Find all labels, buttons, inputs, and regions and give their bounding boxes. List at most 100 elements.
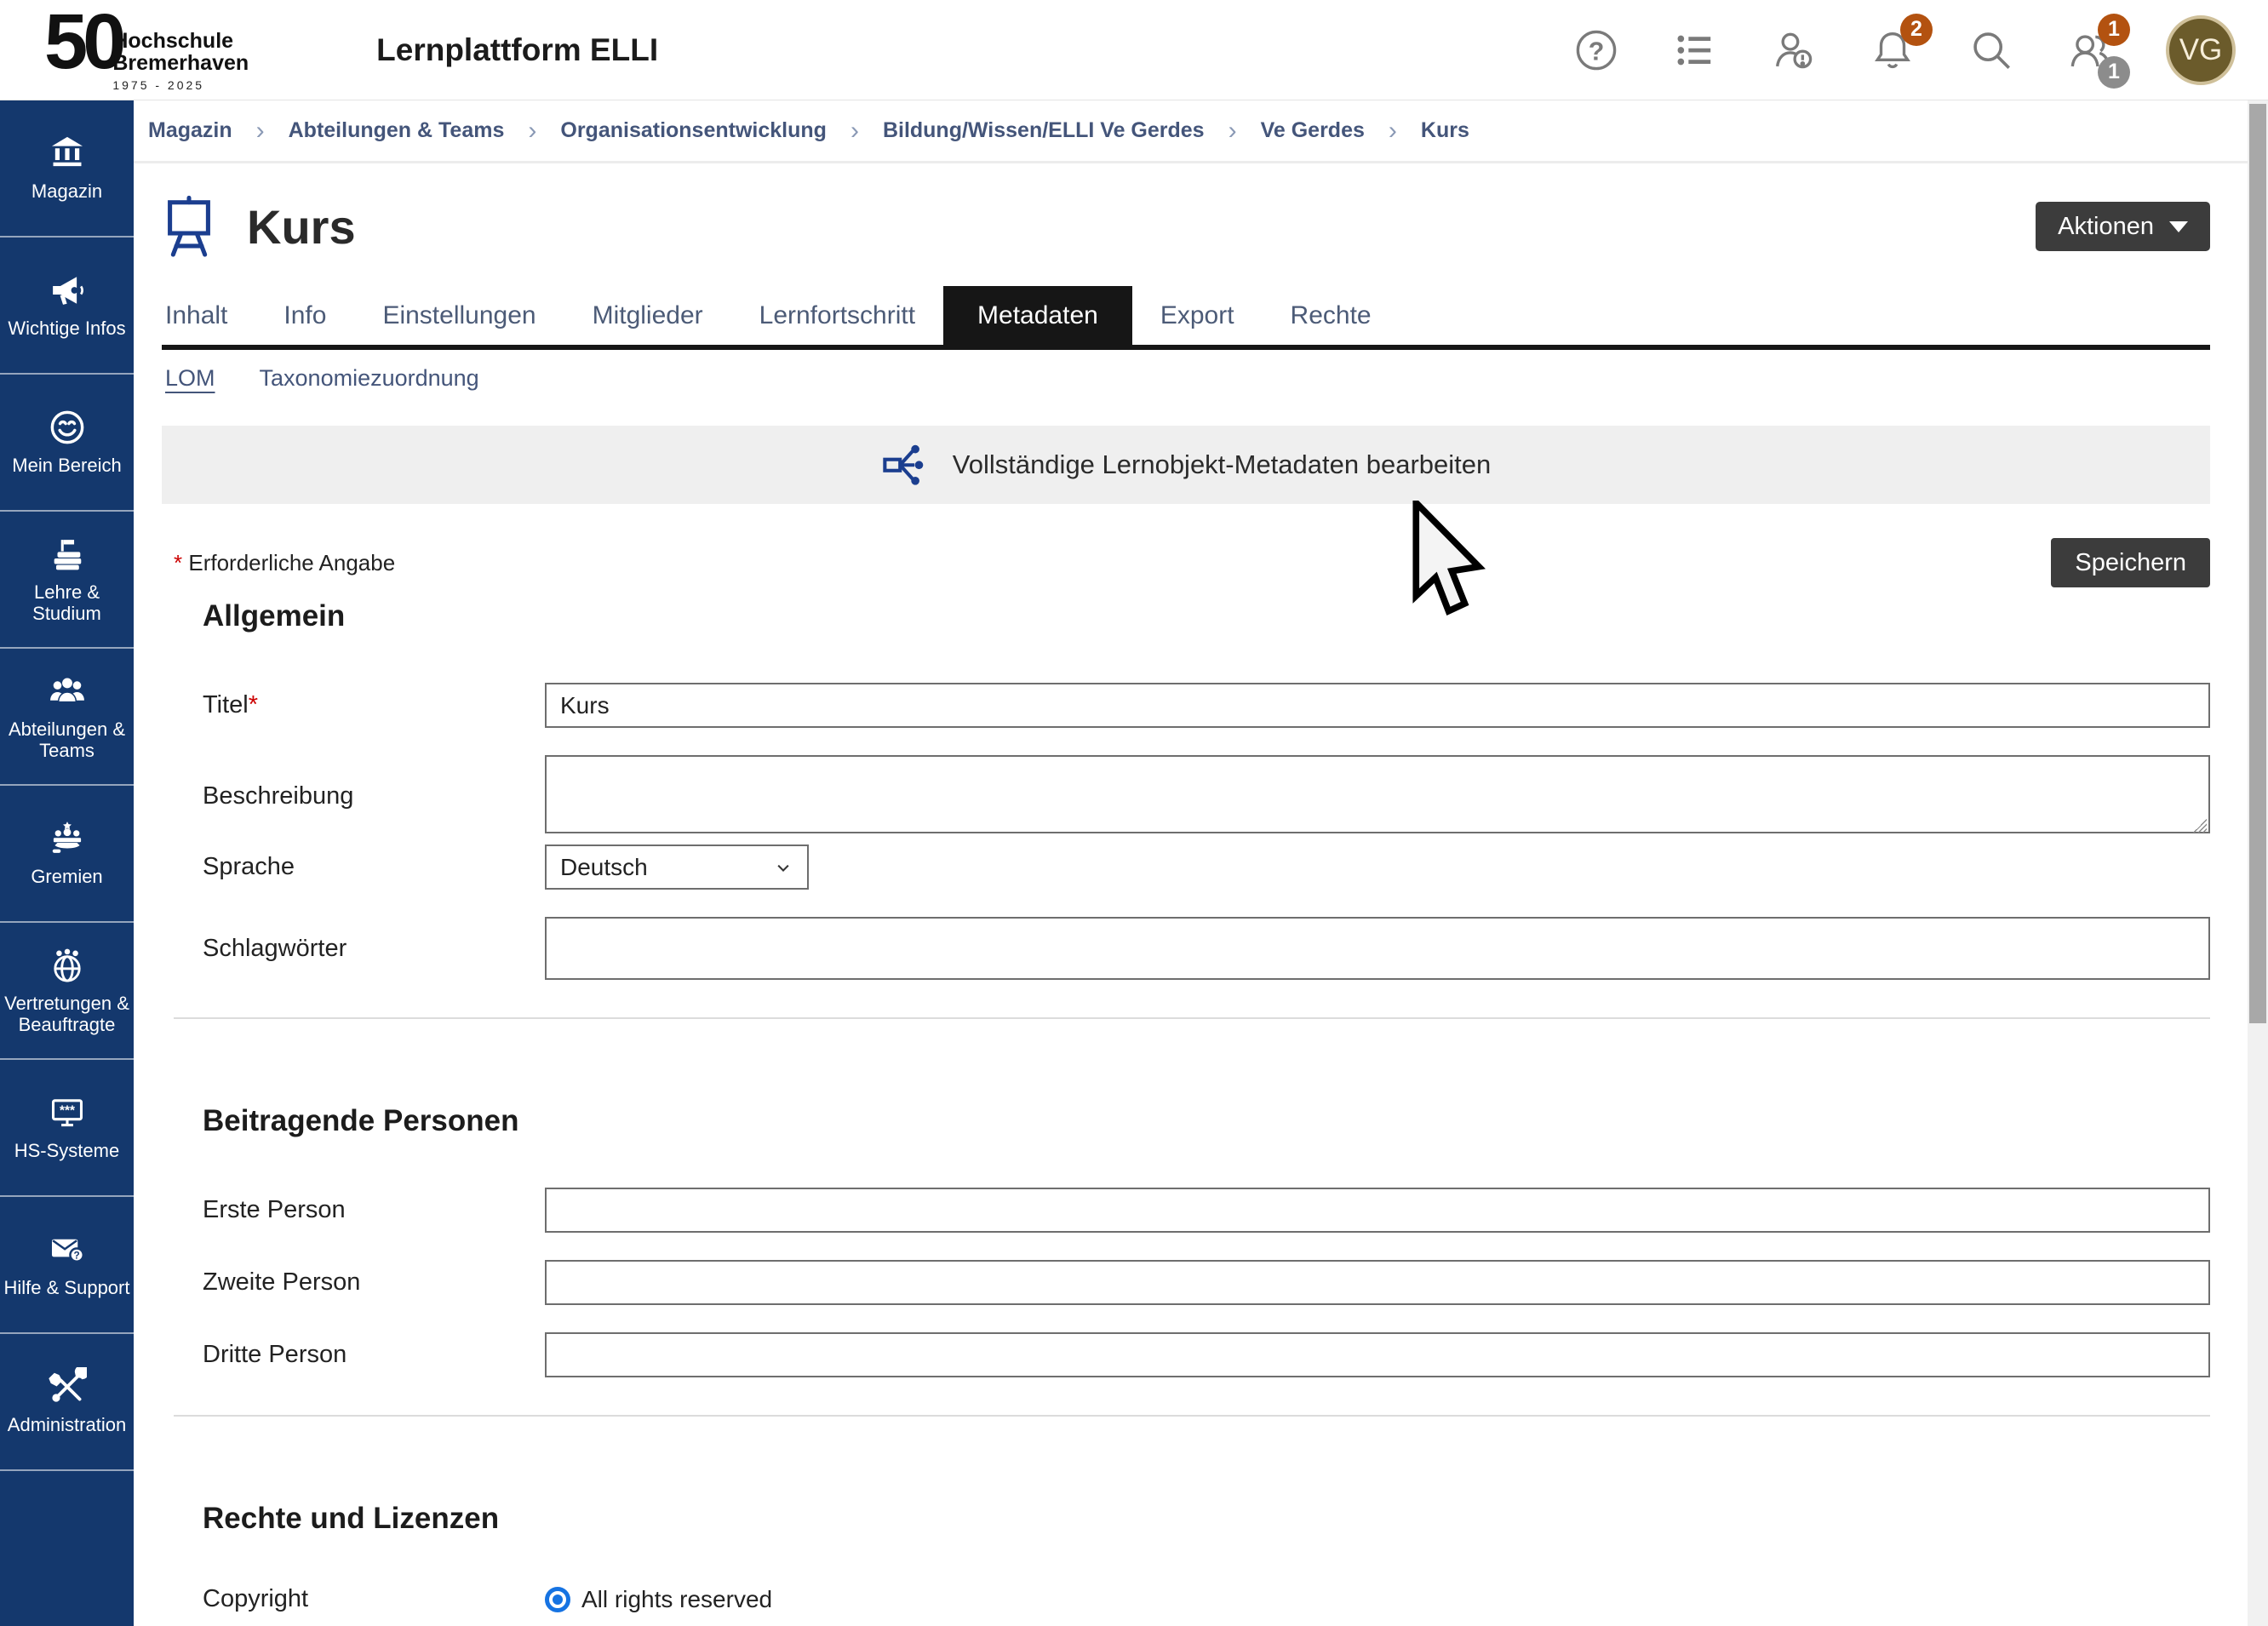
required-hint-text: Erforderliche Angabe [188, 550, 395, 575]
course-board-icon [162, 194, 216, 259]
tools-icon [48, 1367, 87, 1406]
breadcrumb-magazin[interactable]: Magazin [148, 118, 232, 143]
titel-label: Titel* [203, 691, 545, 719]
help-icon[interactable]: ? [1573, 27, 1619, 73]
sidebar-item-abteilungen-teams[interactable]: Abteilungen & Teams [0, 649, 134, 786]
section-heading-allgemein: Allgemein [203, 599, 2210, 633]
copyright-radio-selected[interactable] [545, 1587, 570, 1612]
scrollbar-thumb[interactable] [2249, 104, 2266, 1023]
sidebar-item-magazin[interactable]: Magazin [0, 100, 134, 238]
section-divider [174, 1415, 2210, 1417]
todo-list-icon[interactable] [1672, 27, 1718, 73]
sidebar-item-hs-systeme[interactable]: *** HS-Systeme [0, 1060, 134, 1197]
save-button[interactable]: Speichern [2051, 538, 2210, 587]
tab-rechte[interactable]: Rechte [1263, 286, 1400, 345]
actions-button-label: Aktionen [2058, 213, 2154, 241]
edit-full-metadata-banner[interactable]: Vollständige Lernobjekt-Metadaten bearbe… [162, 426, 2210, 504]
tab-export[interactable]: Export [1132, 286, 1263, 345]
dritte-person-input[interactable] [545, 1332, 2210, 1377]
erste-person-input[interactable] [545, 1188, 2210, 1233]
tab-metadaten[interactable]: Metadaten [943, 286, 1132, 345]
search-icon[interactable] [1968, 27, 2014, 73]
zweite-person-input[interactable] [545, 1260, 2210, 1305]
breadcrumb-kurs[interactable]: Kurs [1421, 118, 1469, 143]
actions-button[interactable]: Aktionen [2036, 202, 2210, 251]
required-hint: * Erforderliche Angabe [162, 538, 395, 576]
notifications-bell-icon[interactable]: 2 [1870, 27, 1916, 73]
sidebar-filler [0, 1471, 134, 1626]
contacts-icon[interactable]: 1 1 [2067, 27, 2113, 73]
main-sidebar: Magazin Wichtige Infos [0, 100, 134, 1626]
tab-info[interactable]: Info [255, 286, 354, 345]
globe-people-icon [48, 946, 87, 985]
sidebar-item-mein-bereich[interactable]: Mein Bereich [0, 375, 134, 512]
section-divider [174, 1017, 2210, 1019]
sprache-label: Sprache [203, 853, 545, 881]
logo-line1: Hochschule [112, 30, 249, 52]
breadcrumb-bildung-wissen[interactable]: Bildung/Wissen/ELLI Ve Gerdes [883, 118, 1205, 143]
sidebar-label: Gremien [28, 867, 105, 888]
logo-years: 1975 - 2025 [112, 78, 249, 92]
form-row-copyright: Copyright All rights reserved [162, 1585, 2210, 1613]
books-icon [48, 535, 87, 574]
metadata-network-icon [881, 440, 931, 490]
dritte-person-label: Dritte Person [203, 1341, 545, 1369]
sidebar-label: Wichtige Infos [5, 318, 128, 340]
required-asterisk: * [174, 550, 182, 575]
copyright-option-row: All rights reserved [545, 1586, 2210, 1613]
form-row-dritte-person: Dritte Person [162, 1332, 2210, 1377]
copyright-label: Copyright [203, 1585, 545, 1613]
svg-text:***: *** [60, 1104, 75, 1119]
tab-mitglieder[interactable]: Mitglieder [564, 286, 731, 345]
form-row-titel: Titel* [162, 683, 2210, 728]
svg-text:?: ? [73, 1249, 79, 1261]
chevron-down-icon [2169, 221, 2188, 232]
sidebar-item-hilfe-support[interactable]: ? Hilfe & Support [0, 1197, 134, 1334]
titel-input[interactable] [545, 683, 2210, 728]
sidebar-label: HS-Systeme [12, 1141, 122, 1162]
logo-text: Hochschule Bremerhaven 1975 - 2025 [112, 30, 249, 93]
committee-icon [48, 819, 87, 858]
svg-text:?: ? [1589, 37, 1605, 66]
form-row-beschreibung: Beschreibung [162, 755, 2210, 838]
header-icon-bar: ? [1573, 15, 2236, 85]
page-title: Kurs [247, 199, 356, 255]
sidebar-label: Lehre & Studium [0, 582, 134, 625]
page-scrollbar[interactable] [2248, 100, 2268, 1626]
schlagwoerter-label: Schlagwörter [203, 935, 545, 963]
sidebar-label: Hilfe & Support [2, 1278, 133, 1299]
sprache-select[interactable]: Deutsch [545, 844, 809, 890]
schlagwoerter-input[interactable] [545, 917, 2210, 980]
textarea-resize-grip[interactable] [2193, 819, 2207, 833]
erste-person-label: Erste Person [203, 1196, 545, 1224]
subtab-bar: LOM Taxonomiezuordnung [162, 365, 2210, 392]
tab-lernfortschritt[interactable]: Lernfortschritt [731, 286, 943, 345]
sidebar-label: Magazin [29, 181, 105, 203]
sidebar-item-gremien[interactable]: Gremien [0, 786, 134, 923]
tab-einstellungen[interactable]: Einstellungen [354, 286, 564, 345]
edit-full-metadata-label: Vollständige Lernobjekt-Metadaten bearbe… [953, 449, 1492, 480]
titel-required-asterisk: * [249, 691, 258, 719]
tab-inhalt[interactable]: Inhalt [162, 286, 255, 345]
sprache-selected-value: Deutsch [560, 854, 648, 881]
awareness-user-icon[interactable] [1771, 27, 1817, 73]
sidebar-item-lehre-studium[interactable]: Lehre & Studium [0, 512, 134, 649]
beschreibung-textarea[interactable] [545, 755, 2210, 833]
subtab-taxonomiezuordnung[interactable]: Taxonomiezuordnung [260, 365, 479, 392]
top-header: 50 Hochschule Bremerhaven 1975 - 2025 Le… [0, 0, 2268, 100]
sidebar-item-wichtige-infos[interactable]: Wichtige Infos [0, 238, 134, 375]
breadcrumb-ve-gerdes[interactable]: Ve Gerdes [1261, 118, 1365, 143]
breadcrumb-organisationsentwicklung[interactable]: Organisationsentwicklung [560, 118, 827, 143]
sidebar-item-administration[interactable]: Administration [0, 1334, 134, 1471]
user-avatar[interactable]: VG [2166, 15, 2236, 85]
sidebar-label: Vertretungen & Beauftragte [0, 993, 134, 1036]
section-heading-rechte: Rechte und Lizenzen [203, 1502, 2210, 1536]
page-content: Kurs Aktionen Inhalt Info Einstellungen … [134, 194, 2248, 1613]
titel-label-text: Titel [203, 691, 249, 719]
tab-bar: Inhalt Info Einstellungen Mitglieder Ler… [162, 286, 2210, 350]
app-title: Lernplattform ELLI [376, 32, 658, 68]
subtab-lom[interactable]: LOM [165, 365, 215, 392]
hochschule-bremerhaven-logo[interactable]: 50 Hochschule Bremerhaven 1975 - 2025 [44, 8, 249, 93]
sidebar-item-vertretungen-beauftragte[interactable]: Vertretungen & Beauftragte [0, 923, 134, 1060]
breadcrumb-abteilungen-teams[interactable]: Abteilungen & Teams [289, 118, 505, 143]
